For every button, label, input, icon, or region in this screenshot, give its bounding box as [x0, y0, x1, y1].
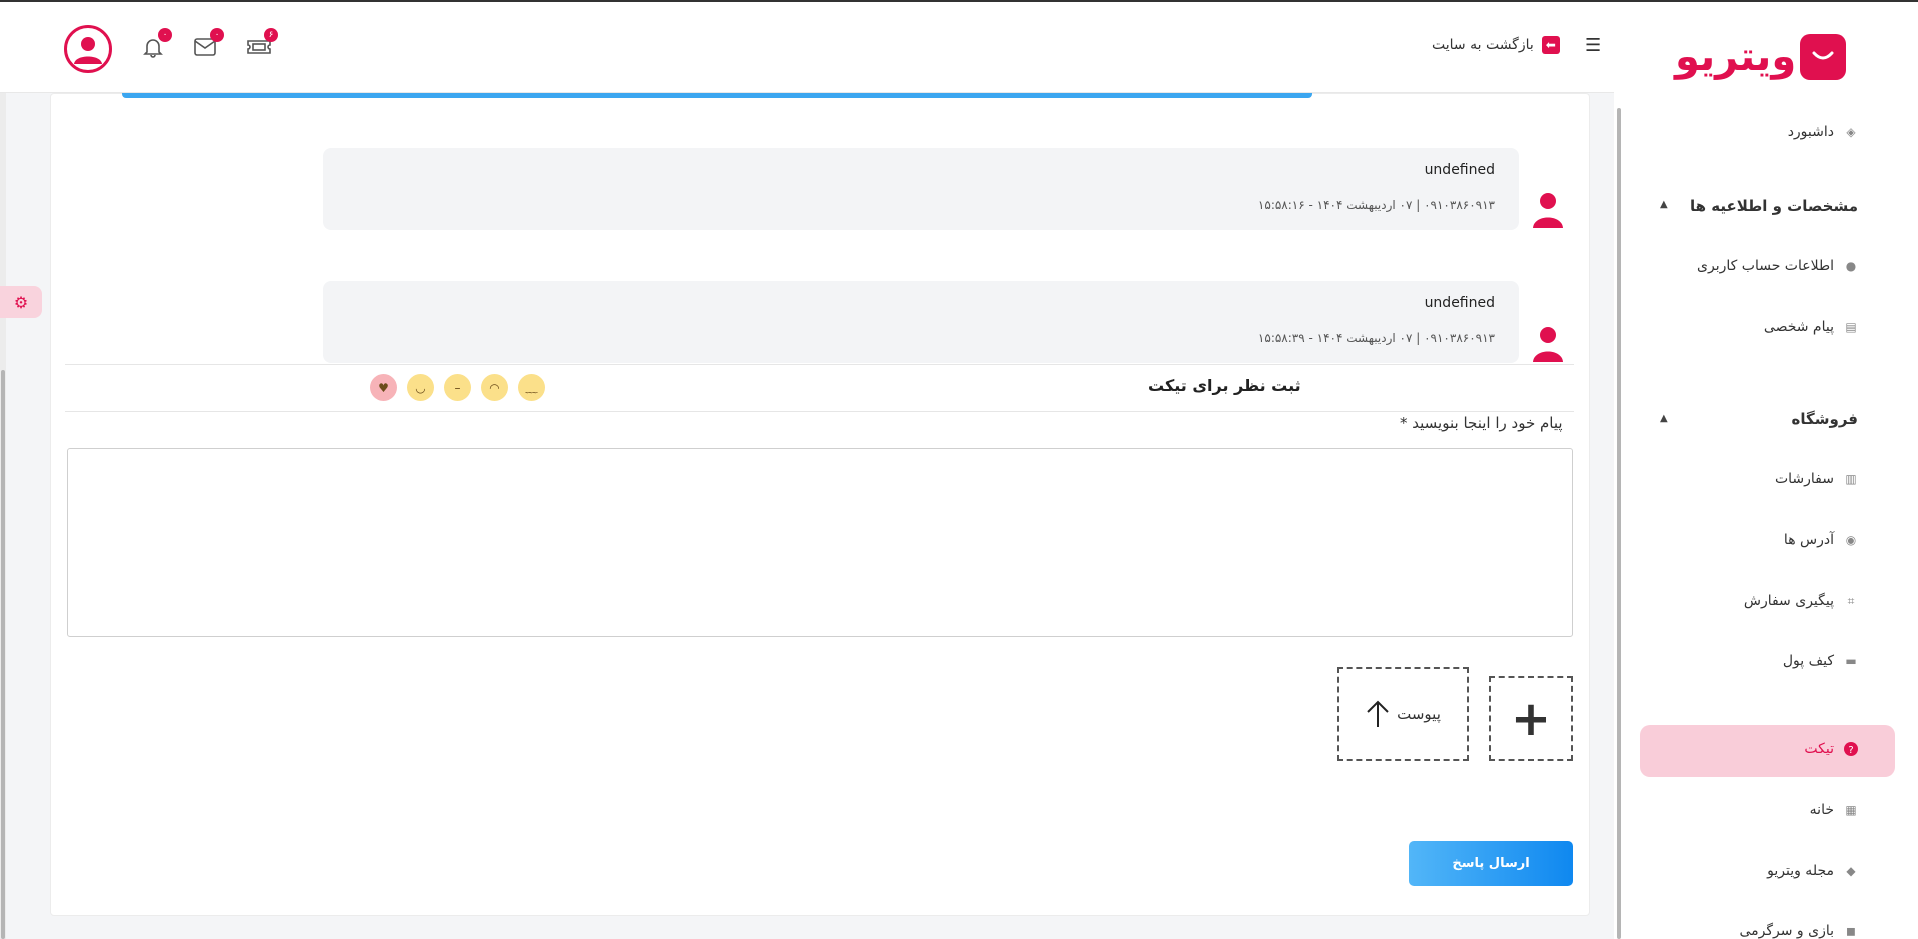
sidebar-item-label: داشبورد — [1787, 124, 1834, 140]
progress-accent-bar — [122, 93, 1312, 98]
sidebar-item-dashboard[interactable]: ◈ داشبورد — [1788, 124, 1858, 140]
message-meta: ۰۹۱۰۳۸۶۰۹۱۳ | ۰۷ اردیبهشت ۱۴۰۴ - ۱۵:۵۸:۳… — [1257, 331, 1495, 345]
notifications-button[interactable]: ۰ — [138, 28, 172, 62]
message-label: پیام خود را اینجا بنویسید * — [1400, 414, 1563, 432]
user-icon — [1533, 193, 1563, 228]
layers-icon: ◈ — [1846, 125, 1856, 139]
menu-toggle-icon[interactable]: ☰ — [1585, 35, 1601, 56]
sidebar-item-order-tracking[interactable]: ⌗ پیگیری سفارش — [1744, 593, 1858, 609]
attach-label: پیوست — [1397, 705, 1441, 723]
tickets-badge: ۶ — [264, 28, 278, 42]
sidebar-item-games[interactable]: ◼ بازی و سرگرمی — [1739, 923, 1858, 939]
sidebar-section-info[interactable]: مشخصات و اطلاعیه ها — [1690, 197, 1858, 215]
brand-logo-text: ویتریو — [1675, 34, 1797, 80]
message-text: undefined — [1424, 162, 1495, 178]
shopping-bag-icon — [1800, 34, 1847, 80]
user-icon — [74, 37, 102, 64]
user-avatar[interactable] — [64, 25, 112, 73]
clipboard-icon: ▥ — [1845, 472, 1857, 486]
location-pin-icon: ◉ — [1845, 533, 1857, 547]
messages-button[interactable]: ۰ — [190, 28, 224, 62]
sidebar — [1614, 2, 1918, 939]
message-text: undefined — [1424, 295, 1495, 311]
top-header: ۰ ۰ ۶ ⬅ بازگشت به سایت ☰ — [0, 2, 1614, 93]
messages-badge: ۰ — [210, 28, 224, 42]
caret-up-icon[interactable]: ▲ — [1660, 413, 1668, 424]
love-emoji-icon[interactable]: ♥ — [370, 374, 397, 401]
sidebar-item-addresses[interactable]: ◉ آدرس ها — [1784, 532, 1858, 548]
wallet-icon: ▬ — [1845, 654, 1857, 668]
settings-button[interactable]: ⚙ — [0, 286, 42, 318]
sidebar-item-account-info[interactable]: ● اطلاعات حساب کاربری — [1697, 258, 1858, 274]
add-attachment-button[interactable]: + — [1489, 676, 1573, 761]
gear-icon: ⚙ — [13, 292, 29, 312]
sidebar-item-label: کیف پول — [1782, 653, 1834, 669]
sidebar-item-label: بازی و سرگرمی — [1739, 923, 1834, 939]
arrow-up-icon — [1367, 700, 1389, 727]
smile-emoji-icon[interactable]: ◡ — [407, 374, 434, 401]
sidebar-item-label: مجله ویتریو — [1767, 863, 1834, 879]
user-icon — [1533, 327, 1563, 362]
sidebar-scrollbar[interactable] — [1617, 108, 1621, 939]
sidebar-item-ticket[interactable]: ? تیکت — [1804, 741, 1858, 757]
notifications-badge: ۰ — [158, 28, 172, 42]
send-reply-button[interactable]: ارسال پاسخ — [1409, 841, 1573, 886]
chat-message: undefined ۰۹۱۰۳۸۶۰۹۱۳ | ۰۷ اردیبهشت ۱۴۰۴… — [323, 281, 1519, 363]
sidebar-item-magazine[interactable]: ◆ مجله ویتریو — [1767, 863, 1858, 879]
sidebar-item-orders[interactable]: ▥ سفارشات — [1775, 471, 1858, 487]
page-scrollbar-thumb[interactable] — [1, 370, 5, 939]
back-arrow-icon: ⬅ — [1541, 36, 1560, 54]
sad-emoji-icon[interactable]: ◠ — [481, 374, 508, 401]
reply-textarea[interactable] — [67, 448, 1573, 637]
sidebar-item-label: سفارشات — [1774, 471, 1834, 487]
user-icon: ● — [1845, 259, 1857, 273]
rating-title: ثبت نظر برای تیکت — [1148, 376, 1301, 395]
sidebar-item-label: آدرس ها — [1783, 532, 1834, 548]
question-circle-icon: ? — [1844, 742, 1858, 756]
divider — [65, 411, 1574, 412]
angry-emoji-icon[interactable]: ﹏ — [518, 374, 545, 401]
sidebar-item-label: پیام شخصی — [1763, 319, 1834, 335]
chat-message: undefined ۰۹۱۰۳۸۶۰۹۱۳ | ۰۷ اردیبهشت ۱۴۰۴… — [323, 148, 1519, 230]
brand-logo[interactable]: ویتریو — [1675, 34, 1847, 80]
store-icon: ▦ — [1845, 803, 1857, 817]
sidebar-section-shop[interactable]: فروشگاه — [1792, 410, 1858, 428]
scan-icon: ⌗ — [1847, 593, 1855, 608]
back-to-site-link[interactable]: ⬅ بازگشت به سایت — [1432, 36, 1560, 54]
attach-button[interactable]: پیوست — [1337, 667, 1469, 761]
caret-up-icon[interactable]: ▲ — [1660, 199, 1668, 210]
magazine-icon: ◆ — [1846, 864, 1856, 878]
sidebar-item-home[interactable]: ▦ خانه — [1810, 802, 1858, 818]
gamepad-icon: ◼ — [1846, 924, 1856, 938]
sidebar-item-label: خانه — [1809, 802, 1834, 818]
sidebar-item-label: تیکت — [1804, 741, 1834, 757]
back-to-site-label: بازگشت به سایت — [1432, 37, 1534, 53]
neutral-emoji-icon[interactable]: – — [444, 374, 471, 401]
plus-icon: + — [1510, 690, 1552, 747]
sidebar-item-private-message[interactable]: ▤ پیام شخصی — [1764, 319, 1858, 335]
svg-text:?: ? — [1848, 745, 1853, 756]
sidebar-item-label: پیگیری سفارش — [1743, 593, 1834, 609]
chat-icon: ▤ — [1845, 320, 1857, 334]
divider — [65, 364, 1574, 365]
sidebar-item-label: اطلاعات حساب کاربری — [1697, 258, 1834, 274]
message-meta: ۰۹۱۰۳۸۶۰۹۱۳ | ۰۷ اردیبهشت ۱۴۰۴ - ۱۵:۵۸:۱… — [1257, 198, 1495, 212]
rating-emoji-row: ♥ ◡ – ◠ ﹏ — [370, 374, 545, 401]
sidebar-item-wallet[interactable]: ▬ کیف پول — [1783, 653, 1858, 669]
tickets-button[interactable]: ۶ — [244, 28, 278, 62]
